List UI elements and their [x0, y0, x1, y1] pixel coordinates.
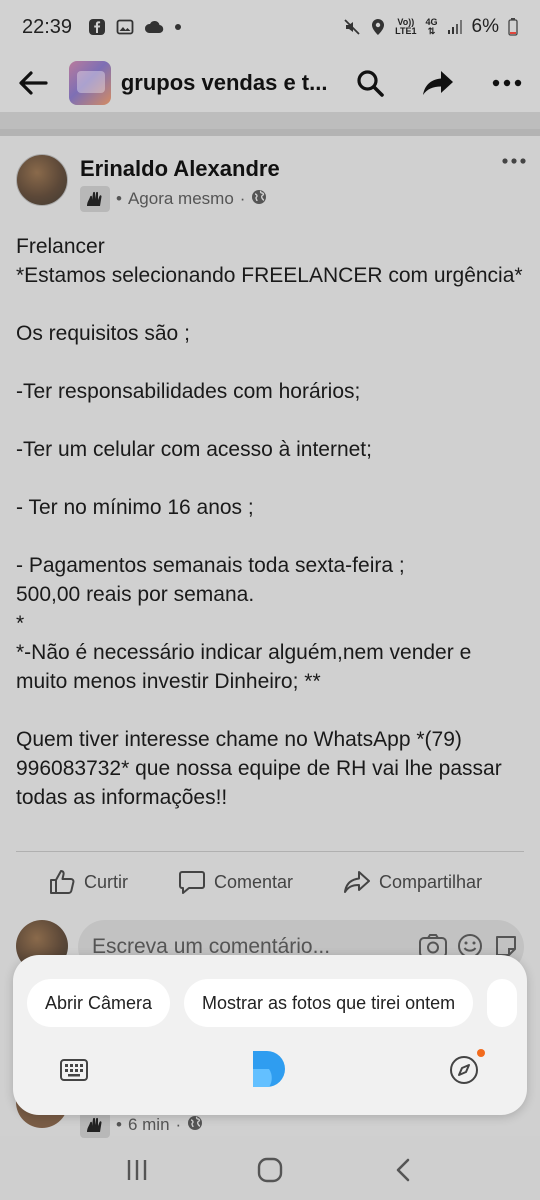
keyboard-icon[interactable]: [57, 1053, 91, 1087]
comment-bubble-icon: [179, 871, 205, 894]
post-body: Frelancer *Estamos selecionando FREELANC…: [16, 232, 524, 812]
dot-icon: [174, 23, 182, 31]
author-avatar[interactable]: [16, 154, 68, 206]
globe-icon: [187, 1115, 203, 1136]
battery-percentage: 6%: [471, 16, 499, 37]
system-nav-bar: [0, 1140, 540, 1200]
post-header: Erinaldo Alexandre • Agora mesmo ·: [16, 154, 526, 218]
post-time[interactable]: Agora mesmo: [128, 189, 234, 209]
meta-bullet: •: [116, 1115, 122, 1134]
section-divider: [0, 112, 540, 137]
share-icon[interactable]: [419, 63, 458, 103]
cloud-icon: [144, 19, 164, 35]
battery-icon: [508, 18, 518, 36]
actions-divider: [16, 851, 524, 852]
post-line: -Ter responsabilidades com horários;: [16, 380, 361, 403]
notification-dot: [477, 1049, 485, 1057]
group-badge-icon: [80, 186, 110, 212]
post-meta: • Agora mesmo ·: [80, 186, 267, 212]
signal-icon: [447, 19, 463, 35]
assistant-toolbar: [13, 1049, 527, 1093]
post-line: [16, 464, 524, 493]
search-icon[interactable]: [351, 63, 390, 103]
post-more-icon[interactable]: [502, 152, 526, 170]
meta-bullet: •: [116, 189, 122, 208]
back-arrow-icon[interactable]: [14, 63, 53, 103]
share-arrow-icon: [344, 871, 371, 893]
more-icon[interactable]: [488, 63, 527, 103]
post-line: Frelancer: [16, 235, 105, 258]
network-type-indicator: 4G ⇅: [425, 17, 438, 36]
suggestion-chip-show-photos[interactable]: Mostrar as fotos que tirei ontem: [184, 979, 474, 1027]
assistant-panel: Abrir Câmera Mostrar as fotos que tirei …: [13, 955, 527, 1115]
post-line: [16, 290, 524, 319]
assistant-logo-icon[interactable]: [251, 1049, 287, 1089]
image-icon: [116, 18, 134, 36]
volte-indicator: Vo)) LTE1: [395, 17, 417, 36]
post-line: Quem tiver interesse chame no WhatsApp *…: [16, 728, 502, 809]
post-line: - Ter no mínimo 16 anos ;: [16, 496, 254, 519]
post-line: *-Não é necessário indicar alguém,nem ve…: [16, 641, 472, 693]
group-title[interactable]: grupos vendas e t...: [121, 70, 335, 96]
author-name[interactable]: Erinaldo Alexandre: [80, 156, 280, 182]
meta-separator: ·: [175, 1115, 182, 1134]
thumbs-up-icon: [50, 870, 75, 894]
compass-icon[interactable]: [447, 1049, 485, 1087]
status-time: 22:39: [22, 15, 73, 38]
post-line: - Pagamentos semanais toda sexta-feira ;: [16, 554, 405, 577]
post-line: [16, 696, 524, 725]
status-bar: 22:39 Vo)) LTE1 4G ⇅ 6%: [0, 0, 540, 54]
post-line: 500,00 reais por semana.: [16, 583, 255, 606]
group-thumbnail[interactable]: [68, 61, 111, 105]
back-icon[interactable]: [381, 1148, 425, 1192]
app-header: grupos vendas e t...: [0, 54, 540, 112]
suggestion-chips: Abrir Câmera Mostrar as fotos que tirei …: [27, 979, 518, 1027]
share-label: Compartilhar: [379, 871, 483, 892]
post-line: Os requisitos são ;: [16, 322, 190, 345]
recent-apps-icon[interactable]: [115, 1148, 159, 1192]
like-button[interactable]: Curtir: [48, 868, 128, 896]
suggestion-chip-more[interactable]: [487, 979, 518, 1027]
location-icon: [370, 18, 386, 36]
post-line: [16, 348, 524, 377]
next-post-meta: • 6 min ·: [80, 1112, 203, 1138]
next-post-time[interactable]: 6 min: [128, 1115, 170, 1135]
post-line: -Ter um celular com acesso à internet;: [16, 438, 372, 461]
like-label: Curtir: [84, 871, 128, 892]
comment-label: Comentar: [214, 871, 294, 892]
post-line: [16, 406, 524, 435]
share-post-button[interactable]: Compartilhar: [343, 868, 482, 896]
comment-button[interactable]: Comentar: [178, 868, 293, 896]
post-line: *Estamos selecionando FREELANCER com urg…: [16, 264, 523, 287]
post-line: *: [16, 612, 25, 635]
post-line: [16, 522, 524, 551]
suggestion-chip-open-camera[interactable]: Abrir Câmera: [27, 979, 171, 1027]
mute-icon: [343, 18, 361, 36]
post-actions: Curtir Comentar Compartilhar: [0, 864, 540, 900]
meta-separator: ·: [239, 189, 246, 208]
group-badge-icon: [80, 1112, 110, 1138]
globe-icon: [251, 189, 267, 210]
facebook-icon: [88, 18, 106, 36]
home-icon[interactable]: [248, 1148, 292, 1192]
